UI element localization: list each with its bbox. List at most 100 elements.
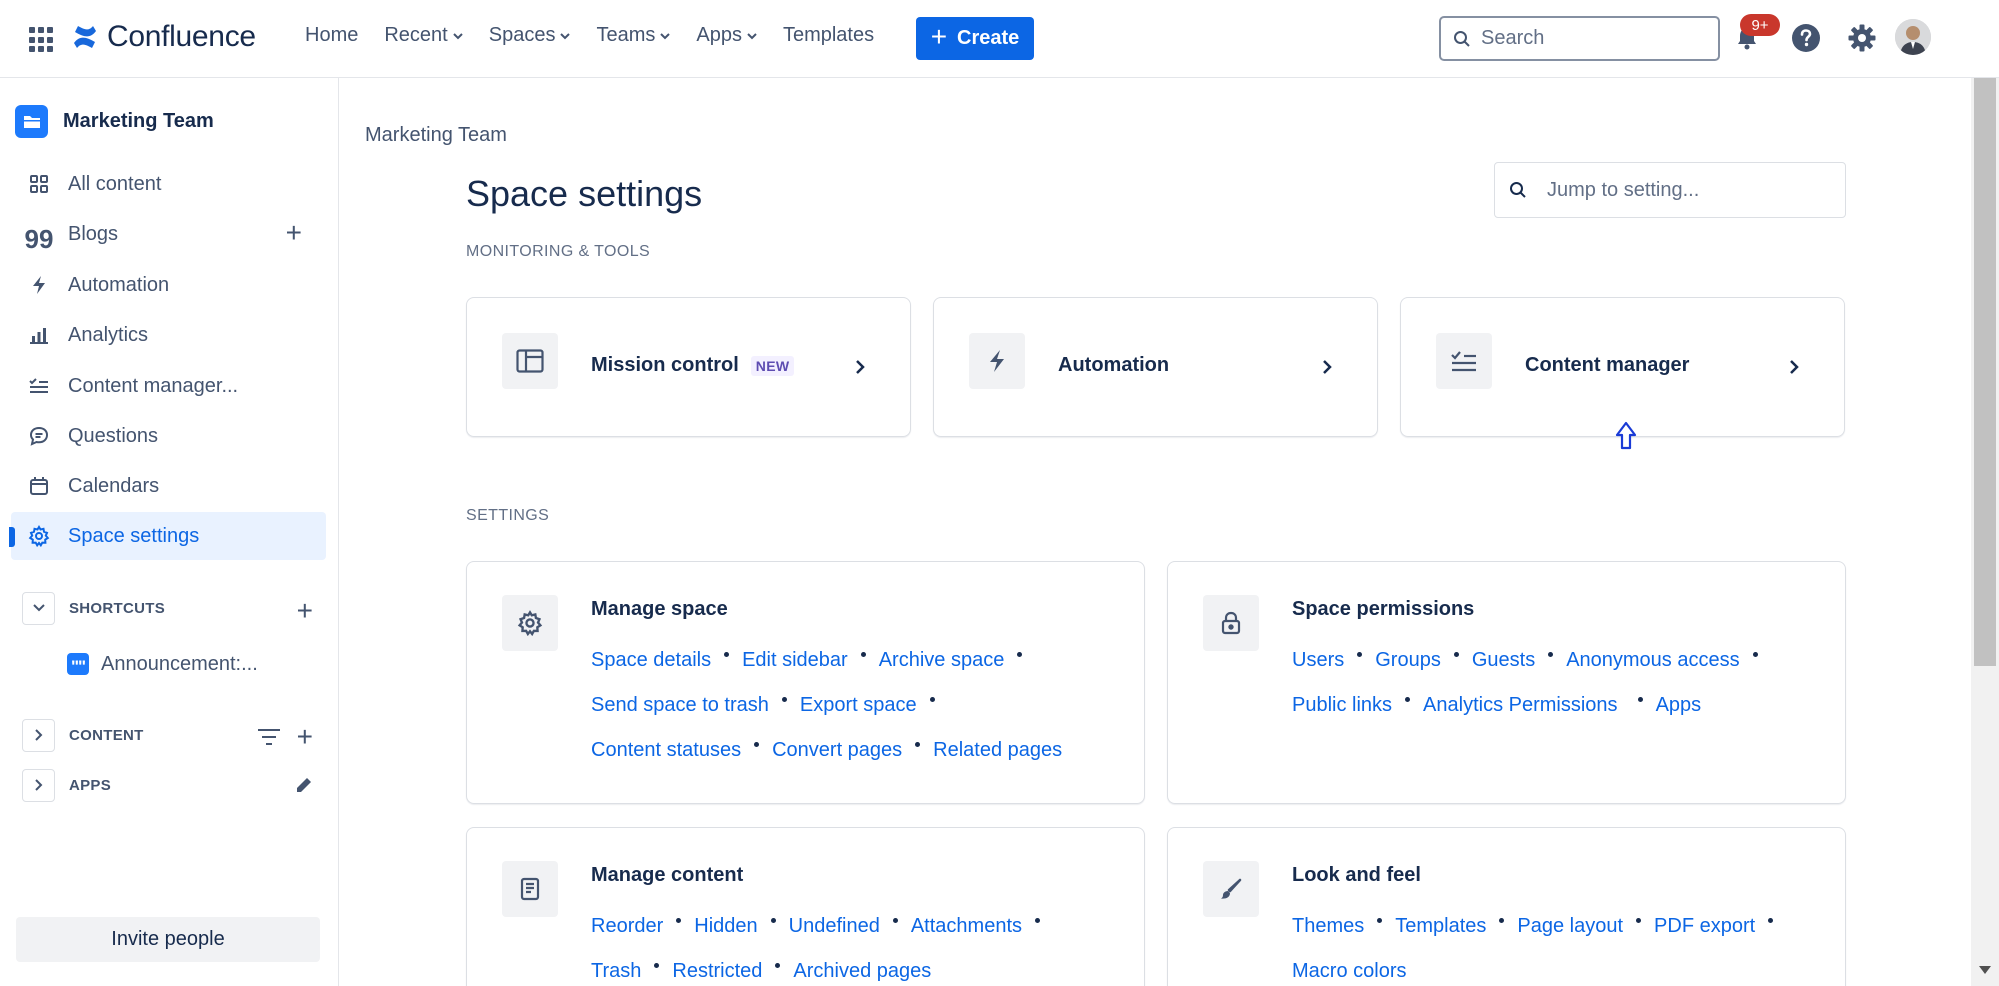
link-attachments[interactable]: Attachments <box>911 915 1022 938</box>
gear-icon <box>502 595 558 651</box>
sidebar-item-automation[interactable]: Automation <box>11 261 326 309</box>
global-search[interactable] <box>1439 16 1720 61</box>
lightning-icon <box>969 333 1025 389</box>
active-indicator <box>9 527 15 547</box>
link-convert-pages[interactable]: Convert pages <box>772 739 902 762</box>
nav-home[interactable]: Home <box>305 24 358 47</box>
sidebar-item-space-settings[interactable]: Space settings <box>11 512 326 560</box>
page-scrollbar[interactable] <box>1971 78 1999 986</box>
search-icon <box>1510 182 1526 198</box>
content-toggle[interactable] <box>22 718 55 752</box>
help-button[interactable] <box>1789 21 1823 55</box>
new-lozenge: NEW <box>750 355 795 376</box>
automation-card[interactable]: Automation <box>933 297 1378 437</box>
add-content-button[interactable]: + <box>297 723 313 751</box>
link-page-layout[interactable]: Page layout <box>1517 915 1623 938</box>
pencil-icon[interactable] <box>296 777 312 798</box>
confluence-logo[interactable]: Confluence <box>71 20 256 54</box>
nav-recent[interactable]: Recent <box>384 24 463 47</box>
paintbrush-icon <box>1203 861 1259 917</box>
nav-teams[interactable]: Teams <box>596 24 671 47</box>
shortcut-item-announcement[interactable]: " " Announcement:... <box>51 640 321 688</box>
sidebar-item-label: Analytics <box>68 323 149 346</box>
link-archived-pages[interactable]: Archived pages <box>793 960 931 983</box>
shortcut-label: Announcement:... <box>101 652 258 675</box>
plus-icon: + <box>930 21 948 52</box>
chevron-right-icon <box>34 779 42 791</box>
shortcuts-toggle[interactable] <box>22 591 55 625</box>
link-templates[interactable]: Templates <box>1395 915 1486 938</box>
add-shortcut-button[interactable]: + <box>297 597 313 625</box>
settings-button[interactable] <box>1845 21 1879 55</box>
tool-label: Content manager <box>1525 354 1690 376</box>
sidebar-item-calendars[interactable]: Calendars <box>11 462 326 510</box>
link-macro-colors[interactable]: Macro colors <box>1292 960 1406 983</box>
quote-icon: 99 <box>24 224 54 254</box>
link-anonymous-access[interactable]: Anonymous access <box>1566 649 1739 672</box>
space-header[interactable]: Marketing Team <box>15 105 214 138</box>
space-sidebar: Marketing Team All content 99 Blogs + Au… <box>0 78 339 986</box>
svg-text:": " <box>78 657 86 675</box>
create-button[interactable]: + Create <box>916 17 1034 60</box>
chevron-down-icon <box>453 32 463 39</box>
link-public-links[interactable]: Public links <box>1292 694 1392 717</box>
sidebar-item-label: Blogs <box>68 222 119 245</box>
jump-to-setting-input[interactable] <box>1547 178 1827 202</box>
help-icon <box>1792 24 1820 52</box>
link-related-pages[interactable]: Related pages <box>933 739 1062 762</box>
mission-control-card[interactable]: Mission control NEW <box>466 297 911 437</box>
chevron-down-icon <box>660 32 671 39</box>
sidebar-item-label: All content <box>68 172 162 195</box>
nav-spaces[interactable]: Spaces <box>489 24 571 47</box>
apps-toggle[interactable] <box>22 768 55 802</box>
calendar-icon <box>28 475 50 497</box>
search-input[interactable] <box>1481 27 1701 50</box>
notifications-badge: 9+ <box>1740 14 1780 36</box>
avatar[interactable] <box>1895 19 1931 55</box>
nav-apps[interactable]: Apps <box>696 24 757 47</box>
app-switcher-icon[interactable] <box>29 27 55 53</box>
nav-apps-label: Apps <box>696 24 742 46</box>
add-blog-button[interactable]: + <box>286 219 302 247</box>
link-archive-space[interactable]: Archive space <box>879 649 1005 672</box>
chevron-right-icon <box>856 360 865 374</box>
invite-people-button[interactable]: Invite people <box>16 917 320 962</box>
link-apps[interactable]: Apps <box>1656 694 1702 717</box>
link-space-details[interactable]: Space details <box>591 649 711 672</box>
link-analytics-permissions[interactable]: Analytics Permissions <box>1423 694 1618 717</box>
link-groups[interactable]: Groups <box>1375 649 1441 672</box>
link-restricted[interactable]: Restricted <box>672 960 762 983</box>
scroll-down-arrow-icon[interactable] <box>1979 966 1991 974</box>
link-users[interactable]: Users <box>1292 649 1344 672</box>
link-trash[interactable]: Trash <box>591 960 641 983</box>
link-reorder[interactable]: Reorder <box>591 915 663 938</box>
top-navigation: Confluence Home Recent Spaces Teams Apps… <box>0 0 1999 78</box>
sidebar-item-questions[interactable]: Questions <box>11 412 326 460</box>
nav-home-label: Home <box>305 24 359 46</box>
link-themes[interactable]: Themes <box>1292 915 1364 938</box>
chevron-down-icon <box>560 32 571 39</box>
look-and-feel-card: Look and feel Themes Templates Page layout… <box>1167 827 1846 986</box>
content-manager-card[interactable]: Content manager <box>1400 297 1845 437</box>
link-hidden[interactable]: Hidden <box>694 915 757 938</box>
cursor-arrow-icon <box>1615 421 1637 450</box>
filter-icon[interactable] <box>258 729 280 750</box>
link-export-space[interactable]: Export space <box>800 694 917 717</box>
link-send-space-to-trash[interactable]: Send space to trash <box>591 694 769 717</box>
nav-templates[interactable]: Templates <box>783 24 874 47</box>
link-guests[interactable]: Guests <box>1472 649 1535 672</box>
jump-to-setting[interactable] <box>1494 162 1846 218</box>
sidebar-item-blogs[interactable]: 99 Blogs + <box>11 210 326 258</box>
sidebar-item-content-manager[interactable]: Content manager... <box>11 362 326 410</box>
page-title: Space settings <box>466 173 703 214</box>
sidebar-item-analytics[interactable]: Analytics <box>11 311 326 359</box>
link-edit-sidebar[interactable]: Edit sidebar <box>742 649 848 672</box>
link-pdf-export[interactable]: PDF export <box>1654 915 1755 938</box>
link-content-statuses[interactable]: Content statuses <box>591 739 741 762</box>
sidebar-item-all-content[interactable]: All content <box>11 160 326 208</box>
scrollbar-thumb[interactable] <box>1974 78 1996 666</box>
sidebar-item-label: Content manager... <box>68 374 239 397</box>
breadcrumb[interactable]: Marketing Team <box>365 124 507 147</box>
link-undefined[interactable]: Undefined <box>789 915 880 938</box>
card-title: Space permissions <box>1292 598 1475 620</box>
